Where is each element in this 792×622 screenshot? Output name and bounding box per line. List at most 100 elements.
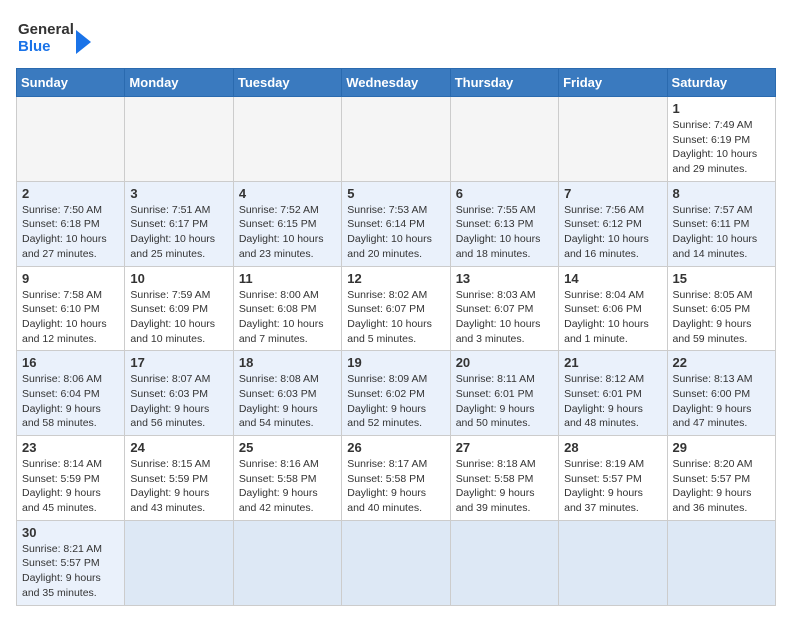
calendar-week-row: 9Sunrise: 7:58 AM Sunset: 6:10 PM Daylig… — [17, 266, 776, 351]
day-number: 20 — [456, 355, 553, 370]
day-info: Sunrise: 7:56 AM Sunset: 6:12 PM Dayligh… — [564, 203, 661, 262]
calendar-cell — [233, 520, 341, 605]
day-number: 6 — [456, 186, 553, 201]
calendar-cell: 24 Sunrise: 8:15 AM Sunset: 5:59 PM Dayli… — [125, 436, 233, 521]
day-of-week-friday: Friday — [559, 69, 667, 97]
calendar-week-row: 16 Sunrise: 8:06 AM Sunset: 6:04 PM Dayli… — [17, 351, 776, 436]
logo: GeneralBlue — [16, 16, 96, 60]
calendar-cell — [125, 97, 233, 182]
calendar-cell — [559, 97, 667, 182]
day-info: Sunrise: 8:04 AM Sunset: 6:06 PM Dayligh… — [564, 288, 661, 347]
day-info: Sunrise: 8:16 AM Sunset: 5:58 PM Dayligh… — [239, 457, 336, 516]
calendar-cell — [233, 97, 341, 182]
day-info: Sunrise: 7:59 AM Sunset: 6:09 PM Dayligh… — [130, 288, 227, 347]
day-of-week-thursday: Thursday — [450, 69, 558, 97]
calendar-cell — [450, 520, 558, 605]
day-number: 29 — [673, 440, 770, 455]
day-number: 10 — [130, 271, 227, 286]
calendar-cell: 3 Sunrise: 7:51 AM Sunset: 6:17 PM Daylig… — [125, 181, 233, 266]
day-info: Sunrise: 8:02 AM Sunset: 6:07 PM Dayligh… — [347, 288, 444, 347]
day-info: Sunrise: 8:05 AM Sunset: 6:05 PM Dayligh… — [673, 288, 770, 347]
day-number: 26 — [347, 440, 444, 455]
calendar-cell: 20 Sunrise: 8:11 AM Sunset: 6:01 PM Dayli… — [450, 351, 558, 436]
svg-text:Blue: Blue — [18, 38, 51, 55]
day-number: 11 — [239, 271, 336, 286]
day-info: Sunrise: 8:14 AM Sunset: 5:59 PM Dayligh… — [22, 457, 119, 516]
calendar-cell: 6 Sunrise: 7:55 AM Sunset: 6:13 PM Daylig… — [450, 181, 558, 266]
calendar-cell: 29 Sunrise: 8:20 AM Sunset: 5:57 PM Dayli… — [667, 436, 775, 521]
day-info: Sunrise: 7:53 AM Sunset: 6:14 PM Dayligh… — [347, 203, 444, 262]
calendar-cell: 7 Sunrise: 7:56 AM Sunset: 6:12 PM Daylig… — [559, 181, 667, 266]
day-info: Sunrise: 8:11 AM Sunset: 6:01 PM Dayligh… — [456, 372, 553, 431]
calendar-cell: 16 Sunrise: 8:06 AM Sunset: 6:04 PM Dayli… — [17, 351, 125, 436]
calendar-table: SundayMondayTuesdayWednesdayThursdayFrid… — [16, 68, 776, 606]
day-info: Sunrise: 8:03 AM Sunset: 6:07 PM Dayligh… — [456, 288, 553, 347]
day-number: 16 — [22, 355, 119, 370]
calendar-week-row: 2 Sunrise: 7:50 AM Sunset: 6:18 PM Daylig… — [17, 181, 776, 266]
day-info: Sunrise: 7:57 AM Sunset: 6:11 PM Dayligh… — [673, 203, 770, 262]
day-number: 4 — [239, 186, 336, 201]
day-number: 21 — [564, 355, 661, 370]
day-number: 12 — [347, 271, 444, 286]
day-of-week-tuesday: Tuesday — [233, 69, 341, 97]
calendar-cell: 11 Sunrise: 8:00 AM Sunset: 6:08 PM Dayli… — [233, 266, 341, 351]
calendar-cell: 27Sunrise: 8:18 AM Sunset: 5:58 PM Dayli… — [450, 436, 558, 521]
calendar-week-row: 23 Sunrise: 8:14 AM Sunset: 5:59 PM Dayli… — [17, 436, 776, 521]
day-info: Sunrise: 8:17 AM Sunset: 5:58 PM Dayligh… — [347, 457, 444, 516]
day-info: Sunrise: 8:00 AM Sunset: 6:08 PM Dayligh… — [239, 288, 336, 347]
day-of-week-sunday: Sunday — [17, 69, 125, 97]
day-info: Sunrise: 7:49 AM Sunset: 6:19 PM Dayligh… — [673, 118, 770, 177]
day-info: Sunrise: 7:55 AM Sunset: 6:13 PM Dayligh… — [456, 203, 553, 262]
calendar-cell: 5 Sunrise: 7:53 AM Sunset: 6:14 PM Daylig… — [342, 181, 450, 266]
calendar-cell — [17, 97, 125, 182]
day-info: Sunrise: 7:50 AM Sunset: 6:18 PM Dayligh… — [22, 203, 119, 262]
calendar-week-row: 30 Sunrise: 8:21 AM Sunset: 5:57 PM Dayli… — [17, 520, 776, 605]
calendar-cell: 21 Sunrise: 8:12 AM Sunset: 6:01 PM Dayli… — [559, 351, 667, 436]
day-number: 25 — [239, 440, 336, 455]
day-info: Sunrise: 8:20 AM Sunset: 5:57 PM Dayligh… — [673, 457, 770, 516]
day-number: 5 — [347, 186, 444, 201]
day-number: 17 — [130, 355, 227, 370]
day-info: Sunrise: 8:19 AM Sunset: 5:57 PM Dayligh… — [564, 457, 661, 516]
day-number: 7 — [564, 186, 661, 201]
day-number: 15 — [673, 271, 770, 286]
day-number: 22 — [673, 355, 770, 370]
day-number: 23 — [22, 440, 119, 455]
day-number: 28 — [564, 440, 661, 455]
day-info: Sunrise: 8:18 AM Sunset: 5:58 PM Dayligh… — [456, 457, 553, 516]
day-number: 19 — [347, 355, 444, 370]
day-info: Sunrise: 8:15 AM Sunset: 5:59 PM Dayligh… — [130, 457, 227, 516]
calendar-cell — [450, 97, 558, 182]
calendar-cell: 2 Sunrise: 7:50 AM Sunset: 6:18 PM Daylig… — [17, 181, 125, 266]
day-number: 14 — [564, 271, 661, 286]
calendar-cell — [559, 520, 667, 605]
calendar-cell: 10 Sunrise: 7:59 AM Sunset: 6:09 PM Dayli… — [125, 266, 233, 351]
calendar-cell — [125, 520, 233, 605]
calendar-cell: 28 Sunrise: 8:19 AM Sunset: 5:57 PM Dayli… — [559, 436, 667, 521]
day-info: Sunrise: 8:13 AM Sunset: 6:00 PM Dayligh… — [673, 372, 770, 431]
day-number: 3 — [130, 186, 227, 201]
calendar-cell: 22 Sunrise: 8:13 AM Sunset: 6:00 PM Dayli… — [667, 351, 775, 436]
day-info: Sunrise: 8:21 AM Sunset: 5:57 PM Dayligh… — [22, 542, 119, 601]
day-info: Sunrise: 8:06 AM Sunset: 6:04 PM Dayligh… — [22, 372, 119, 431]
calendar-cell — [342, 520, 450, 605]
day-number: 8 — [673, 186, 770, 201]
calendar-cell: 15 Sunrise: 8:05 AM Sunset: 6:05 PM Dayli… — [667, 266, 775, 351]
calendar-cell — [342, 97, 450, 182]
day-info: Sunrise: 8:09 AM Sunset: 6:02 PM Dayligh… — [347, 372, 444, 431]
day-info: Sunrise: 8:12 AM Sunset: 6:01 PM Dayligh… — [564, 372, 661, 431]
day-number: 18 — [239, 355, 336, 370]
calendar-cell: 4 Sunrise: 7:52 AM Sunset: 6:15 PM Daylig… — [233, 181, 341, 266]
day-info: Sunrise: 7:52 AM Sunset: 6:15 PM Dayligh… — [239, 203, 336, 262]
calendar-header-row: SundayMondayTuesdayWednesdayThursdayFrid… — [17, 69, 776, 97]
svg-text:General: General — [18, 21, 74, 38]
day-number: 24 — [130, 440, 227, 455]
calendar-cell: 1Sunrise: 7:49 AM Sunset: 6:19 PM Daylig… — [667, 97, 775, 182]
day-number: 30 — [22, 525, 119, 540]
calendar-cell: 26 Sunrise: 8:17 AM Sunset: 5:58 PM Dayli… — [342, 436, 450, 521]
calendar-cell — [667, 520, 775, 605]
day-number: 2 — [22, 186, 119, 201]
calendar-cell: 25 Sunrise: 8:16 AM Sunset: 5:58 PM Dayli… — [233, 436, 341, 521]
day-of-week-monday: Monday — [125, 69, 233, 97]
day-info: Sunrise: 7:51 AM Sunset: 6:17 PM Dayligh… — [130, 203, 227, 262]
